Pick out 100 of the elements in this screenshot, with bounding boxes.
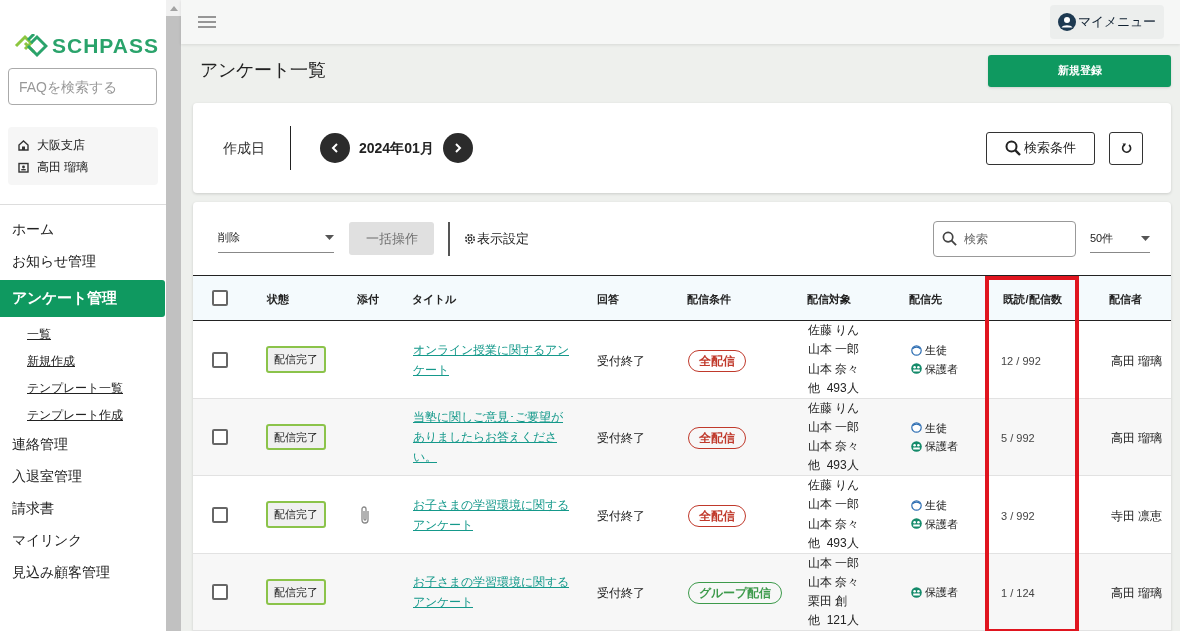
chevron-right-icon bbox=[453, 143, 462, 153]
target-name: 他 493人 bbox=[808, 379, 860, 397]
nav-item[interactable]: 見込み顧客管理 bbox=[0, 556, 166, 588]
status-badge: 配信完了 bbox=[266, 423, 326, 451]
account-text: 大阪支店 bbox=[37, 137, 85, 154]
column-header: 配信条件 bbox=[687, 293, 731, 305]
page-size-select[interactable]: 50件 bbox=[1090, 224, 1150, 253]
sub-nav-link[interactable]: テンプレート一覧 bbox=[27, 378, 123, 397]
search-conditions-button[interactable]: 検索条件 bbox=[986, 131, 1095, 165]
target-name: 佐藤 りん bbox=[808, 322, 861, 339]
new-register-button[interactable]: 新規登録 bbox=[988, 54, 1171, 87]
checkbox[interactable] bbox=[212, 506, 228, 523]
survey-title-link[interactable]: 当塾に関しご意見･ご要望がありましたらお答えください。 bbox=[413, 407, 573, 468]
logo-text: SCHPASS bbox=[52, 33, 159, 60]
checkbox[interactable] bbox=[212, 351, 228, 368]
search-icon bbox=[1005, 140, 1021, 156]
previous-month-button[interactable] bbox=[320, 133, 350, 163]
student-icon bbox=[911, 344, 922, 356]
column-header: 添付 bbox=[357, 293, 379, 305]
answer-status: 受付終了 bbox=[597, 508, 645, 523]
nav-item[interactable]: 請求書 bbox=[0, 492, 166, 524]
recipient-label: 保護者 bbox=[925, 584, 958, 600]
dropdown-caret-icon bbox=[1141, 235, 1150, 241]
filter-label: 作成日 bbox=[223, 138, 266, 158]
account-icon bbox=[1058, 13, 1076, 31]
target-name: 栗田 創 bbox=[808, 593, 849, 611]
guardian-icon bbox=[911, 518, 922, 530]
answer-status: 受付終了 bbox=[597, 586, 645, 601]
checkbox[interactable] bbox=[212, 584, 228, 601]
column-header: 配信者 bbox=[1109, 293, 1142, 305]
status-badge: 配信完了 bbox=[266, 578, 326, 606]
paperclip-icon[interactable] bbox=[359, 504, 371, 525]
survey-title-link[interactable]: オンライン授業に関するアンケート bbox=[413, 339, 573, 380]
target-name: 山本 一郎 bbox=[808, 418, 861, 436]
column-header: 回答 bbox=[597, 293, 619, 305]
next-month-button[interactable] bbox=[442, 133, 473, 163]
settings-icon bbox=[464, 232, 476, 245]
read-count: 12 / 992 bbox=[1001, 354, 1041, 367]
nav-item[interactable]: 連絡管理 bbox=[0, 428, 166, 460]
status-badge: 配信完了 bbox=[266, 501, 326, 528]
scrollbar[interactable] bbox=[166, 0, 181, 631]
target-name: 佐藤 りん bbox=[808, 477, 861, 494]
read-count: 3 / 992 bbox=[1001, 509, 1035, 522]
action-select[interactable]: 削除 bbox=[218, 224, 334, 253]
guardian-icon bbox=[911, 363, 922, 375]
target-name: 山本 一郎 bbox=[808, 341, 861, 359]
student-icon bbox=[911, 499, 922, 511]
read-count: 1 / 124 bbox=[1001, 587, 1035, 600]
sub-nav-link[interactable]: 一覧 bbox=[27, 324, 51, 343]
dropdown-caret-icon bbox=[325, 235, 334, 240]
sender-name: 高田 瑠璃 bbox=[1111, 353, 1163, 368]
recipient-label: 保護者 bbox=[925, 361, 958, 377]
month-label: 2024年01月 bbox=[359, 138, 434, 158]
target-name: 他 121人 bbox=[808, 612, 860, 630]
sender-name: 高田 瑠璃 bbox=[1111, 431, 1163, 446]
nav-item[interactable]: お知らせ管理 bbox=[0, 245, 166, 277]
sender-name: 高田 瑠璃 bbox=[1111, 586, 1163, 601]
nav-item[interactable]: マイリンク bbox=[0, 524, 166, 556]
recipient-label: 保護者 bbox=[925, 439, 958, 455]
target-name: 他 493人 bbox=[808, 534, 860, 552]
recipient-label: 生徒 bbox=[925, 498, 947, 514]
read-count: 5 / 992 bbox=[1001, 432, 1035, 445]
nav-item[interactable]: 入退室管理 bbox=[0, 460, 166, 492]
student-icon bbox=[911, 422, 922, 434]
refresh-icon bbox=[1120, 142, 1132, 154]
checkbox[interactable] bbox=[212, 290, 228, 306]
recipient-label: 生徒 bbox=[925, 343, 947, 359]
sub-nav-link[interactable]: 新規作成 bbox=[27, 351, 75, 370]
nav-item[interactable]: ホーム bbox=[0, 213, 166, 245]
sub-nav-link[interactable]: テンプレート作成 bbox=[27, 405, 123, 424]
faq-search-field[interactable]: FAQを検索する bbox=[8, 68, 157, 105]
column-header: 既読/配信数 bbox=[1003, 293, 1062, 305]
logo-icon bbox=[14, 34, 48, 58]
column-header: タイトル bbox=[412, 293, 456, 305]
my-menu-button[interactable]: マイメニュー bbox=[1050, 5, 1164, 39]
column-header: 配信先 bbox=[909, 293, 942, 305]
target-name: 山本 奈々 bbox=[808, 360, 861, 378]
status-badge: 配信完了 bbox=[266, 346, 326, 373]
recipient-label: 保護者 bbox=[925, 516, 958, 532]
target-name: 山本 一郎 bbox=[808, 554, 861, 572]
column-header: 状態 bbox=[267, 293, 289, 305]
target-name: 他 493人 bbox=[808, 457, 860, 475]
menu-icon[interactable] bbox=[198, 16, 216, 28]
column-header: 配信対象 bbox=[807, 293, 851, 305]
nav-item[interactable]: アンケート管理 bbox=[0, 280, 165, 317]
home-icon bbox=[18, 139, 29, 151]
target-name: 山本 奈々 bbox=[808, 573, 861, 591]
refresh-button[interactable] bbox=[1109, 131, 1143, 165]
target-name: 山本 一郎 bbox=[808, 496, 861, 514]
search-field[interactable]: 検索 bbox=[933, 220, 1076, 257]
display-settings-button[interactable]: 表示設定 bbox=[464, 228, 529, 249]
search-icon bbox=[942, 230, 957, 246]
recipient-label: 生徒 bbox=[925, 420, 947, 436]
sender-name: 寺田 凛恵 bbox=[1111, 508, 1163, 523]
target-name: 山本 奈々 bbox=[808, 515, 861, 533]
checkbox[interactable] bbox=[212, 429, 228, 446]
target-name: 山本 奈々 bbox=[808, 438, 861, 456]
target-name: 佐藤 りん bbox=[808, 399, 861, 417]
survey-title-link[interactable]: お子さまの学習環境に関するアンケート bbox=[413, 494, 573, 535]
page-title: アンケート一覧 bbox=[200, 59, 326, 82]
